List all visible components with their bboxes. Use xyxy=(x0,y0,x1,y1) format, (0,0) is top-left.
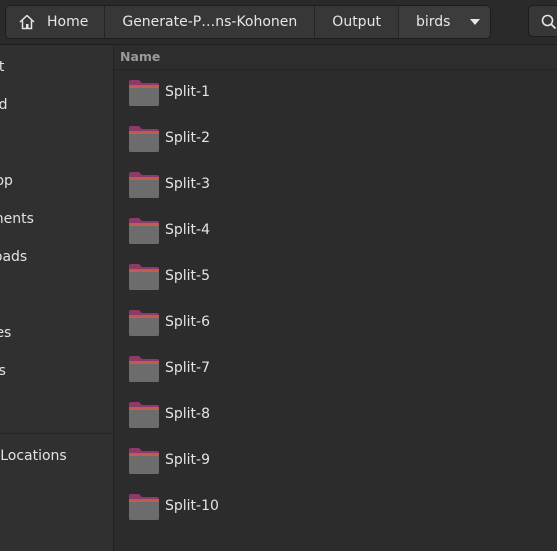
file-list: Name Split-1 Split-2 Split-3 Split-4 Split-5… xyxy=(114,45,557,551)
crumb-label: Generate-P…ns-Kohonen xyxy=(122,14,298,30)
folder-name: Split-5 xyxy=(165,268,211,284)
folder-icon xyxy=(129,402,159,428)
home-icon xyxy=(19,14,35,30)
sidebar-item-other-locations[interactable]: r Locations xyxy=(0,439,67,473)
crumb-home-label: Home xyxy=(47,14,89,30)
list-item[interactable]: Split-8 xyxy=(114,392,557,438)
sidebar-item-downloads[interactable]: loads xyxy=(0,240,27,274)
crumb-output[interactable]: Output xyxy=(315,6,399,38)
sidebar-item-videos[interactable]: os xyxy=(0,354,6,388)
crumb-generate[interactable]: Generate-P…ns-Kohonen xyxy=(105,6,316,38)
list-item[interactable]: Split-6 xyxy=(114,300,557,346)
sidebar: nt ed e top ments loads t res os r Locat… xyxy=(0,45,114,551)
sidebar-item-label: ments xyxy=(0,211,34,227)
sidebar-item-label: top xyxy=(0,173,13,189)
sidebar-item-label: r Locations xyxy=(0,448,67,464)
crumb-home[interactable]: Home xyxy=(6,6,106,38)
folder-icon xyxy=(129,264,159,290)
column-header-name[interactable]: Name xyxy=(114,45,557,70)
list-item[interactable]: Split-7 xyxy=(114,346,557,392)
list-item[interactable]: Split-3 xyxy=(114,162,557,208)
sidebar-item-documents[interactable]: ments xyxy=(0,202,34,236)
header-bar: Home Generate-P…ns-Kohonen Output birds xyxy=(0,0,557,45)
folder-icon xyxy=(129,80,159,106)
list-item[interactable]: Split-4 xyxy=(114,208,557,254)
search-button[interactable] xyxy=(528,5,557,37)
list-item[interactable]: Split-1 xyxy=(114,70,557,116)
list-item[interactable]: Split-9 xyxy=(114,438,557,484)
folder-name: Split-1 xyxy=(165,84,211,100)
list-item[interactable]: Split-2 xyxy=(114,116,557,162)
search-icon xyxy=(541,14,557,30)
sidebar-item-label: ed xyxy=(0,97,8,113)
folder-name: Split-4 xyxy=(165,222,211,238)
sidebar-item-recent[interactable]: nt xyxy=(0,50,4,84)
folder-icon xyxy=(129,172,159,198)
folder-name: Split-6 xyxy=(165,314,211,330)
folder-icon xyxy=(129,356,159,382)
column-header-label: Name xyxy=(120,49,161,64)
dropdown-icon[interactable] xyxy=(470,19,481,25)
crumb-current-label: birds xyxy=(415,14,451,30)
crumb-label: Output xyxy=(332,14,381,30)
sidebar-item-label: nt xyxy=(0,59,5,75)
folder-icon xyxy=(129,448,159,474)
sidebar-item-starred[interactable]: ed xyxy=(0,88,8,122)
folder-icon xyxy=(129,218,159,244)
folder-name: Split-2 xyxy=(165,130,211,146)
list-item[interactable]: Split-10 xyxy=(114,484,557,530)
sidebar-item-label: os xyxy=(0,363,6,379)
sidebar-item-label: loads xyxy=(0,249,28,265)
folder-icon xyxy=(129,494,159,520)
folder-name: Split-10 xyxy=(165,498,219,514)
sidebar-item-label: res xyxy=(0,325,12,341)
sidebar-item-pictures[interactable]: res xyxy=(0,316,11,350)
list-item[interactable]: Split-5 xyxy=(114,254,557,300)
folder-name: Split-8 xyxy=(165,406,211,422)
folder-name: Split-3 xyxy=(165,176,211,192)
sidebar-item-desktop[interactable]: top xyxy=(0,164,13,198)
folder-icon xyxy=(129,126,159,152)
folder-name: Split-9 xyxy=(165,452,211,468)
sidebar-divider xyxy=(0,433,113,434)
crumb-current[interactable]: birds xyxy=(398,6,491,38)
folder-icon xyxy=(129,310,159,336)
folder-name: Split-7 xyxy=(165,360,211,376)
file-manager-window: Home Generate-P…ns-Kohonen Output birds xyxy=(0,0,557,551)
path-bar: Home Generate-P…ns-Kohonen Output birds xyxy=(5,5,492,39)
